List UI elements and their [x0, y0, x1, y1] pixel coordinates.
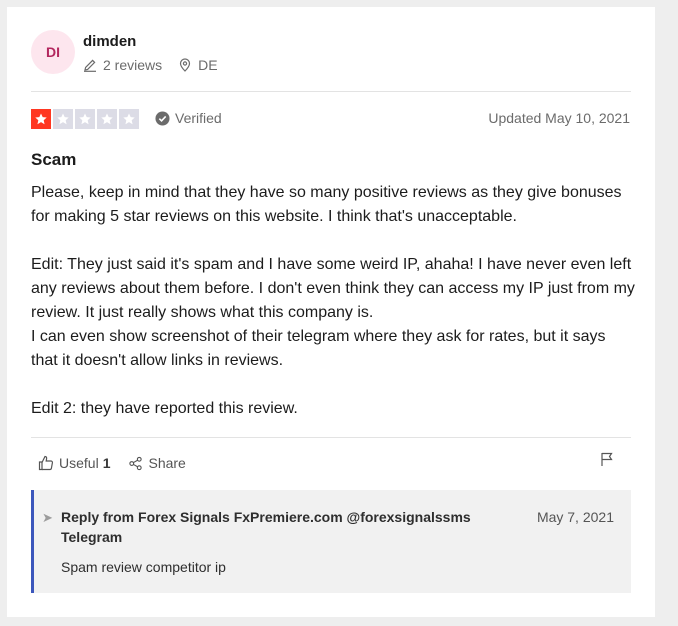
header-divider	[31, 91, 631, 92]
flag-icon	[601, 452, 613, 466]
review-actions: Useful 1 Share	[38, 455, 204, 471]
location-pin-icon	[180, 58, 191, 72]
reply-title: Reply from Forex Signals FxPremiere.com …	[61, 509, 471, 545]
review-body: Please, keep in mind that they have so m…	[31, 181, 635, 421]
actions-divider	[31, 437, 631, 438]
review-paragraph: Please, keep in mind that they have so m…	[31, 184, 622, 225]
star-icon	[97, 109, 117, 129]
reply-arrow-icon: ➤	[42, 510, 53, 525]
useful-label: Useful	[59, 455, 99, 471]
review-paragraph: Edit: They just said it's spam and I hav…	[31, 256, 635, 369]
share-label: Share	[148, 455, 186, 471]
reviewer-name[interactable]: dimden	[83, 33, 136, 50]
star-icon	[75, 109, 95, 129]
star-icon	[119, 109, 139, 129]
verified-badge[interactable]: Verified	[155, 110, 222, 126]
review-count-label: 2 reviews	[103, 57, 163, 73]
verified-check-icon	[155, 110, 170, 126]
reviewer-location: DE	[178, 57, 218, 73]
avatar[interactable]: DI	[31, 30, 75, 74]
report-button[interactable]	[599, 451, 615, 472]
share-button[interactable]: Share	[128, 455, 186, 471]
country-label: DE	[198, 57, 218, 73]
pencil-icon	[84, 59, 96, 72]
review-date: Updated May 10, 2021	[488, 110, 630, 126]
useful-button[interactable]: Useful 1	[38, 455, 110, 471]
share-icon	[129, 456, 143, 470]
reviewer-meta: 2 reviews DE	[83, 57, 234, 73]
review-card: DI dimden 2 reviews DE Verified Updated …	[7, 7, 655, 617]
verified-label: Verified	[175, 110, 222, 126]
reply-text: Spam review competitor ip	[61, 559, 226, 575]
thumbs-up-icon	[38, 455, 54, 471]
star-rating	[31, 109, 141, 129]
star-icon	[53, 109, 73, 129]
review-count: 2 reviews	[83, 57, 162, 73]
useful-count: 1	[102, 455, 111, 471]
review-paragraph: Edit 2: they have reported this review.	[31, 400, 298, 417]
company-reply: ➤ Reply from Forex Signals FxPremiere.co…	[31, 490, 631, 593]
review-title[interactable]: Scam	[31, 150, 76, 170]
reply-date: May 7, 2021	[536, 509, 614, 525]
star-icon	[31, 109, 51, 129]
